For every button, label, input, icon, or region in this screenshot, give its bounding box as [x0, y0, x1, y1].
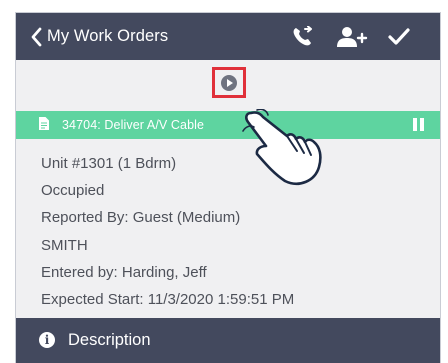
checkmark-icon[interactable]	[387, 13, 411, 60]
section-label: Description	[68, 331, 151, 349]
navigation-bar: My Work Orders	[16, 13, 440, 60]
document-icon	[39, 117, 49, 135]
add-user-icon[interactable]	[336, 13, 368, 60]
phone-forward-icon[interactable]	[291, 13, 315, 60]
pointing-hand-icon	[241, 108, 326, 194]
timer-area	[16, 60, 440, 111]
task-label: 34704: Deliver A/V Cable	[62, 118, 205, 132]
pause-icon[interactable]	[413, 118, 424, 131]
reported-by-text: Reported By: Guest (Medium)	[41, 209, 241, 227]
app-frame: My Work Orders 34704: Deliver A/V Cable …	[15, 12, 441, 363]
expected-start-text: Expected Start: 11/3/2020 1:59:51 PM	[41, 291, 295, 309]
active-task-bar[interactable]: 34704: Deliver A/V Cable	[16, 111, 440, 139]
back-button[interactable]: My Work Orders	[30, 13, 168, 60]
entered-by-text: Entered by: Harding, Jeff	[41, 263, 207, 281]
play-circle-icon[interactable]	[221, 75, 237, 91]
back-label: My Work Orders	[47, 27, 169, 45]
reporter-name-text: SMITH	[41, 236, 88, 254]
chevron-left-icon	[30, 27, 42, 47]
description-section-header[interactable]: i Description	[16, 318, 440, 363]
info-circle-icon: i	[39, 332, 55, 348]
play-button-highlight	[212, 67, 246, 98]
